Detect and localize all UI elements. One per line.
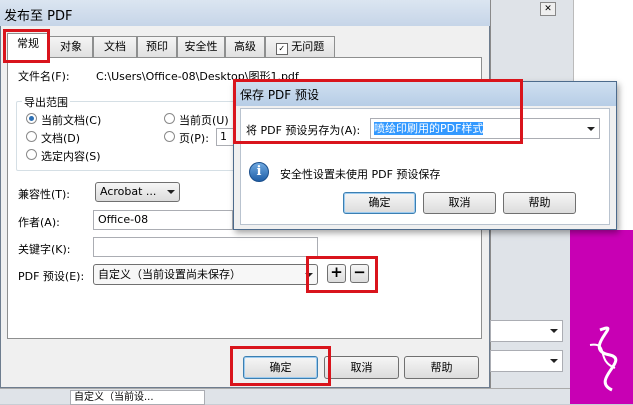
filename-label: 文件名(F): [18, 70, 70, 83]
keywords-input[interactable] [93, 237, 318, 257]
save-preset-ok-button[interactable]: 确定 [343, 192, 416, 214]
cancel-button[interactable]: 取消 [324, 356, 399, 379]
background-magenta-artwork [570, 230, 633, 404]
save-preset-cancel-label: 取消 [448, 196, 471, 209]
tab-advanced[interactable]: 高级 [225, 36, 265, 57]
tab-document-label: 文档 [104, 40, 126, 53]
add-preset-button[interactable]: + [327, 264, 346, 283]
radio-selection[interactable] [26, 149, 37, 160]
compatibility-value: Acrobat ... [100, 185, 157, 198]
remove-preset-button[interactable]: − [350, 264, 369, 283]
info-icon-glyph: i [256, 164, 262, 179]
security-message: 安全性设置未使用 PDF 预设保存 [280, 168, 441, 181]
tab-objects[interactable]: 对象 [49, 36, 93, 57]
radio-pages[interactable] [164, 131, 175, 142]
background-artwork-swirl [589, 326, 618, 392]
dialog-title-bar: 发布至 PDF [0, 0, 490, 26]
save-as-label: 将 PDF 预设另存为(A): [246, 124, 361, 137]
radio-current-page-label: 当前页(U) [179, 114, 229, 127]
save-preset-cancel-button[interactable]: 取消 [423, 192, 496, 214]
radio-documents-label: 文档(D) [41, 132, 81, 145]
tab-objects-label: 对象 [60, 40, 82, 53]
compatibility-dropdown[interactable]: Acrobat ... [95, 182, 180, 202]
tab-prepress-label: 预印 [146, 40, 168, 53]
background-bottom-combo: 自定义（当前设... [70, 390, 205, 405]
radio-pages-label: 页(P): [179, 132, 209, 145]
keywords-label: 关键字(K): [18, 243, 71, 256]
radio-current-document-label: 当前文档(C) [41, 114, 102, 127]
background-bottom-strip: 自定义（当前设... [0, 388, 570, 405]
save-as-combo[interactable]: 喷绘印刷用的PDF样式 [370, 118, 600, 139]
background-combo-2 [490, 350, 563, 372]
author-input-value: Office-08 [98, 213, 149, 226]
save-preset-help-button[interactable]: 帮助 [503, 192, 576, 214]
tab-security[interactable]: 安全性 [177, 36, 225, 57]
save-preset-help-label: 帮助 [528, 196, 551, 209]
save-preset-title-bar: 保存 PDF 预设 [234, 82, 616, 106]
pages-input-value: 1 [220, 130, 227, 143]
help-button-label: 帮助 [430, 361, 453, 374]
export-range-label: 导出范围 [22, 94, 70, 110]
checklist-icon: ✓ [275, 43, 288, 55]
save-as-value: 喷绘印刷用的PDF样式 [374, 122, 484, 135]
tab-advanced-label: 高级 [234, 40, 256, 53]
tab-no-issues[interactable]: ✓ 无问题 [265, 36, 335, 57]
compatibility-label: 兼容性(T): [18, 188, 71, 201]
background-bottom-combo-text: 自定义（当前设... [74, 392, 154, 403]
background-combo-1 [490, 320, 563, 342]
save-preset-dialog: 保存 PDF 预设 将 PDF 预设另存为(A): 喷绘印刷用的PDF样式 i … [233, 81, 617, 230]
tab-general[interactable]: 常规 [7, 33, 49, 58]
radio-current-document[interactable] [26, 113, 37, 124]
preset-value: 自定义（当前设置尚未保存） [98, 268, 241, 281]
author-input[interactable]: Office-08 [93, 210, 233, 230]
radio-documents[interactable] [26, 131, 37, 142]
minus-icon: − [353, 263, 366, 281]
help-button[interactable]: 帮助 [404, 356, 479, 379]
radio-current-page[interactable] [164, 113, 175, 124]
tab-prepress[interactable]: 预印 [137, 36, 177, 57]
dialog-title: 发布至 PDF [4, 9, 73, 24]
tab-general-label: 常规 [17, 37, 39, 50]
ok-button[interactable]: 确定 [243, 356, 318, 379]
tab-no-issues-label: 无问题 [291, 40, 325, 53]
save-preset-title: 保存 PDF 预设 [240, 88, 320, 102]
tab-security-label: 安全性 [184, 40, 218, 53]
ok-button-label: 确定 [269, 361, 292, 374]
radio-selection-label: 选定内容(S) [41, 150, 101, 163]
chevron-down-icon [305, 272, 313, 277]
chevron-down-icon [587, 126, 595, 131]
preset-dropdown[interactable]: 自定义（当前设置尚未保存） [93, 264, 318, 285]
chevron-down-icon [167, 190, 175, 194]
background-close-icon: ✕ [540, 2, 556, 16]
preset-label: PDF 预设(E): [18, 270, 85, 283]
plus-icon: + [330, 263, 343, 281]
cancel-button-label: 取消 [350, 361, 373, 374]
tab-document[interactable]: 文档 [93, 36, 137, 57]
author-label: 作者(A): [18, 216, 60, 229]
info-icon: i [249, 162, 269, 182]
save-preset-ok-label: 确定 [368, 196, 391, 209]
